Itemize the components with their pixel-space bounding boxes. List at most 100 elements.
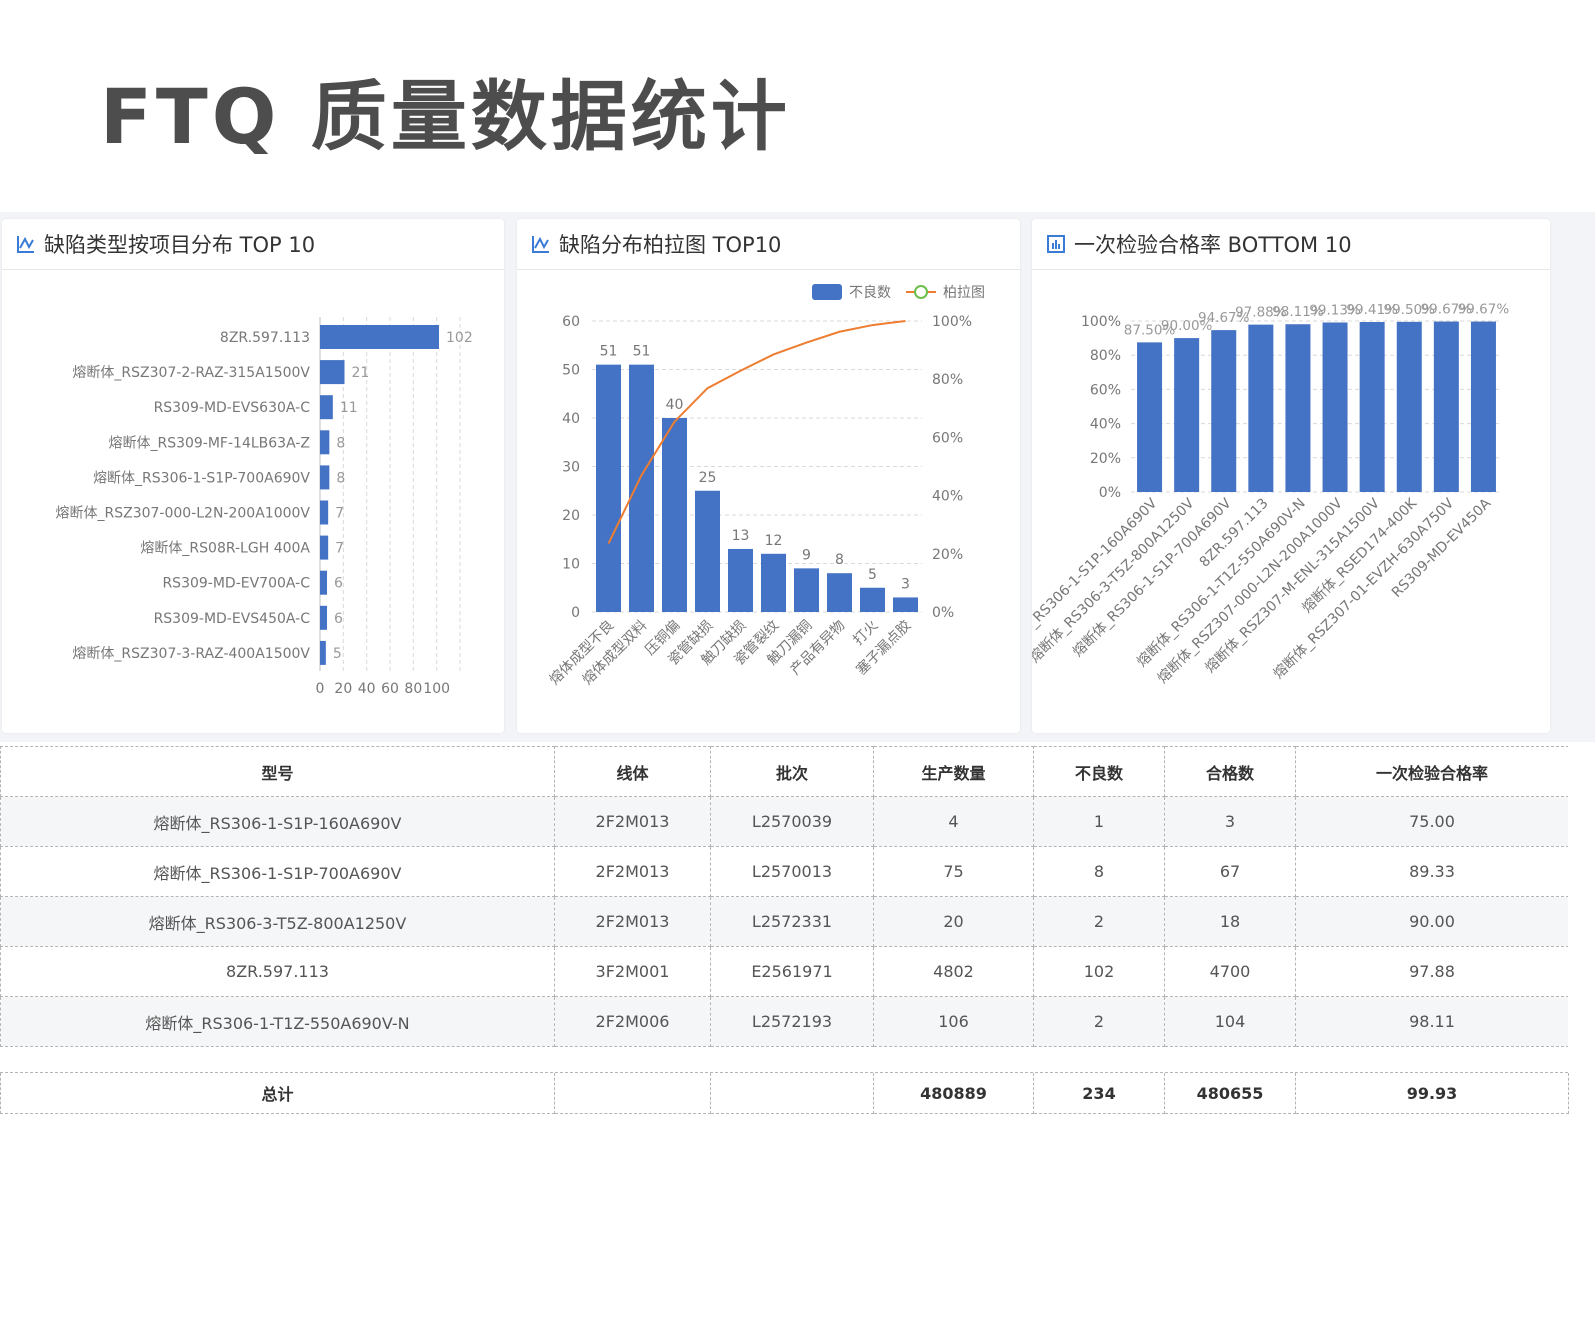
col-header-quantity[interactable]: 生产数量 [873, 746, 1034, 797]
cell-model: 熔断体_RS306-3-T5Z-800A1250V [0, 896, 555, 947]
cell-quantity: 4802 [873, 946, 1034, 997]
y2-tick-label: 20% [932, 547, 963, 563]
y-tick-label: RS309-MD-EVS630A-C [154, 400, 311, 416]
table-row[interactable]: 熔断体_RS306-1-S1P-700A690V 2F2M013 L2570013 7… [0, 846, 1568, 897]
cell-line: 2F2M013 [554, 796, 711, 847]
col-header-pass-rate[interactable]: 一次检验合格率 [1295, 746, 1568, 797]
bar-chart-icon [1046, 234, 1066, 254]
data-label: 102 [446, 330, 473, 346]
bar [320, 465, 330, 490]
col-header-line[interactable]: 线体 [554, 746, 711, 797]
data-label: 21 [352, 365, 370, 381]
col-header-model[interactable]: 型号 [0, 746, 555, 797]
data-label: 8 [835, 552, 844, 568]
data-label: 12 [765, 533, 783, 549]
bar [827, 573, 852, 612]
cell-defects: 102 [1033, 946, 1165, 997]
pass-rate-bar-chart: 0%20%40%60%80%100%87.50%熔断体_RS306-1-S1P-… [1032, 302, 1509, 687]
bar [1470, 321, 1496, 492]
data-label: 51 [600, 344, 618, 360]
total-cell [554, 1073, 711, 1114]
legend-label: 柏拉图 [943, 285, 985, 301]
bar [1248, 324, 1274, 492]
data-label: 13 [732, 528, 750, 544]
total-label: 总计 [0, 1073, 555, 1114]
line-chart-icon [531, 234, 551, 254]
cell-quantity: 20 [873, 896, 1034, 947]
bar [320, 325, 439, 349]
data-label: 25 [699, 470, 717, 486]
bar [320, 500, 329, 525]
cell-pass-rate: 97.88 [1295, 946, 1568, 997]
bar [860, 587, 885, 612]
cell-batch: L2570039 [710, 796, 874, 847]
x-tick-label: 40 [358, 681, 376, 697]
table-total-row: 总计 480889 234 480655 99.93 [0, 1072, 1569, 1114]
bar [1433, 321, 1459, 492]
table-row[interactable]: 熔断体_RS306-1-S1P-160A690V 2F2M013 L2570039 4… [0, 796, 1568, 847]
total-passed: 480655 [1164, 1073, 1296, 1114]
total-pass-rate: 99.93 [1295, 1073, 1569, 1114]
pass-rate-panel: 一次检验合格率 BOTTOM 10 0% 20% 40% 60% 80% 100% 87.5… [1032, 219, 1550, 733]
quality-table: 型号 线体 批次 生产数量 不良数 合格数 一次检验合格率 熔断体_RS306-… [0, 746, 1568, 1112]
panel-title: 缺陷类型按项目分布 TOP 10 [44, 233, 316, 257]
cell-quantity: 4 [873, 796, 1034, 847]
y-tick-label: 0 [571, 605, 580, 621]
col-header-passed[interactable]: 合格数 [1164, 746, 1296, 797]
bar [1322, 322, 1348, 492]
bar [1211, 330, 1237, 492]
legend-swatch-bars [812, 284, 842, 300]
cell-quantity: 75 [873, 846, 1034, 897]
cell-line: 3F2M001 [554, 946, 711, 997]
y-tick-label: 熔断体_RSZ307-3-RAZ-400A1500V [72, 646, 310, 662]
legend-marker [914, 285, 928, 299]
cell-pass-rate: 98.11 [1295, 996, 1568, 1047]
cell-defects: 8 [1033, 846, 1165, 897]
y-tick-label: 0% [1099, 485, 1121, 501]
col-header-defects[interactable]: 不良数 [1033, 746, 1165, 797]
total-defects: 234 [1033, 1073, 1165, 1114]
y-tick-label: RS309-MD-EV700A-C [162, 576, 310, 592]
table-row[interactable]: 8ZR.597.113 3F2M001 E2561971 4802 102 4700 97.… [0, 946, 1568, 997]
bar [320, 570, 327, 595]
data-label: 5 [333, 646, 342, 662]
pareto-chart: 01020304050600%20%40%60%80%100%51熔体成型不良5… [547, 284, 985, 688]
cell-defects: 2 [1033, 996, 1165, 1047]
data-label: 8 [336, 435, 345, 451]
x-tick-label: 0 [316, 681, 325, 697]
y-tick-label: 20 [562, 508, 580, 524]
y2-tick-label: 80% [932, 372, 963, 388]
y-tick-label: 40% [1090, 417, 1121, 433]
y-tick-label: 熔断体_RS08R-LGH 400A [140, 541, 310, 557]
cell-line: 2F2M013 [554, 846, 711, 897]
table-row[interactable]: 熔断体_RS306-3-T5Z-800A1250V 2F2M013 L2572331… [0, 896, 1568, 947]
cell-pass-rate: 90.00 [1295, 896, 1568, 947]
cell-line: 2F2M013 [554, 896, 711, 947]
legend-label: 不良数 [849, 285, 891, 301]
cell-model: 熔断体_RS306-1-T1Z-550A690V-N [0, 996, 555, 1047]
bar [596, 364, 621, 612]
bar [320, 360, 345, 385]
cell-defects: 1 [1033, 796, 1165, 847]
table-row[interactable]: 熔断体_RS306-1-T1Z-550A690V-N 2F2M006 L257219… [0, 996, 1568, 1047]
panel-header: 缺陷类型按项目分布 TOP 10 [2, 219, 504, 270]
bar [695, 490, 720, 612]
x-tick-label: 100 [423, 681, 450, 697]
cell-batch: L2570013 [710, 846, 874, 897]
cell-batch: L2572331 [710, 896, 874, 947]
x-tick-label: 20 [334, 681, 352, 697]
x-tick-label: 60 [381, 681, 399, 697]
data-label: 8 [336, 470, 345, 486]
bar [1285, 324, 1311, 492]
defect-type-panel: 缺陷类型按项目分布 TOP 10 8ZR.597.113 102 熔断体_RSZ30… [2, 219, 504, 733]
y-tick-label: 40 [562, 411, 580, 427]
bar [320, 535, 329, 560]
bar [794, 568, 819, 612]
y-tick-label: 60% [1090, 382, 1121, 398]
bar [320, 395, 333, 420]
total-cell [710, 1073, 874, 1114]
col-header-batch[interactable]: 批次 [710, 746, 874, 797]
data-label: 11 [340, 400, 358, 416]
y-tick-label: RS309-MD-EVS450A-C [154, 611, 311, 627]
data-label: 40 [666, 397, 684, 413]
